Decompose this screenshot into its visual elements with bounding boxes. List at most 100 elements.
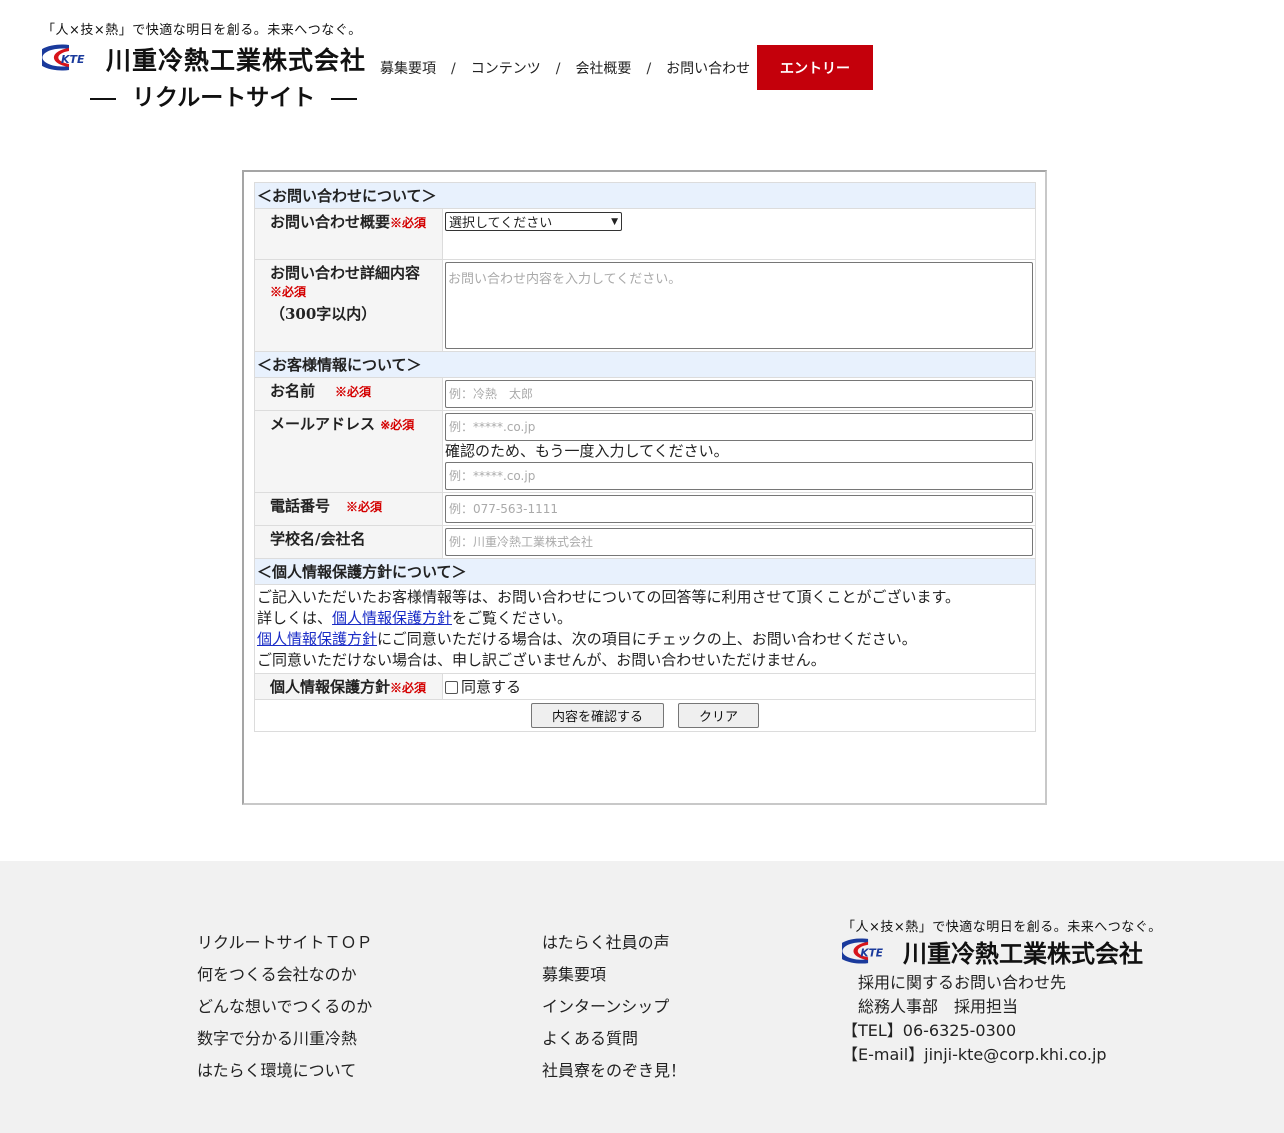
kte-logo-icon[interactable]: KTE <box>42 43 100 72</box>
field-cell: 選択してください ▼ <box>442 208 1036 260</box>
nav-item-contact[interactable]: お問い合わせ <box>666 61 750 77</box>
site-header: 「人×技×熱」で快適な明日を創る。未来へつなぐ。 KTE 川重冷熱工業株式会社 … <box>0 0 1284 120</box>
row-privacy-text: ご記入いただいたお客様情報等は、お問い合わせについての回答等に利用させて頂くこと… <box>254 584 1036 674</box>
footer-contact: 採用に関するお問い合わせ先 総務人事部 採用担当【TEL】06-6325-0300… <box>842 971 1107 1067</box>
nav-item-contents[interactable]: コンテンツ <box>471 61 541 77</box>
nav-item-recruitment[interactable]: 募集要項 <box>380 61 436 77</box>
label-cell: メールアドレス ※必須 <box>254 410 443 493</box>
footer-link-our-thoughts[interactable]: どんな想いでつくるのか <box>197 991 373 1023</box>
row-summary: お問い合わせ概要※必須 選択してください ▼ <box>254 208 1036 260</box>
footer-link-faq[interactable]: よくある質問 <box>542 1023 686 1055</box>
footer-link-what-we-make[interactable]: 何をつくる会社なのか <box>197 959 373 991</box>
email-confirm-input[interactable] <box>445 462 1033 490</box>
label-cell: 電話番号 ※必須 <box>254 492 443 526</box>
section-title: ＜お客様情報について＞ <box>254 351 1036 378</box>
kte-logo-icon[interactable]: KTE <box>842 937 898 965</box>
detail-note: （300字以内） <box>270 305 377 323</box>
dash-left <box>90 97 116 100</box>
field-cell <box>442 492 1036 526</box>
footer-link-recruitment[interactable]: 募集要項 <box>542 959 686 991</box>
inquiry-form: ＜お問い合わせについて＞ お問い合わせ概要※必須 選択してください ▼ お問い合わ… <box>254 182 1036 732</box>
field-cell <box>442 525 1036 559</box>
nav-separator: / <box>555 61 561 77</box>
company-input[interactable] <box>445 528 1033 556</box>
privacy-line-3: 個人情報保護方針にご同意いただける場合は、次の項目にチェックの上、お問い合わせく… <box>257 629 1033 650</box>
detail-label: お問い合わせ詳細内容 <box>270 264 421 282</box>
contact-title: 採用に関するお問い合わせ先 <box>858 973 1067 992</box>
row-privacy-agree: 個人情報保護方針※必須 同意する <box>254 673 1036 700</box>
dash-right <box>331 97 358 100</box>
detail-textarea[interactable] <box>445 262 1033 349</box>
footer-tagline: 「人×技×熱」で快適な明日を創る。未来へつなぐ。 <box>842 920 1162 935</box>
company-label: 学校名/会社名 <box>270 530 366 548</box>
chevron-down-icon: ▼ <box>611 216 618 227</box>
footer-link-voices[interactable]: はたらく社員の声 <box>542 927 686 959</box>
email-label: メールアドレス <box>270 415 376 433</box>
contact-department: 総務人事部 採用担当 <box>858 997 1019 1016</box>
company-name: 川重冷熱工業株式会社 <box>106 46 367 75</box>
agree-checkbox[interactable] <box>445 681 458 694</box>
privacy-line-3-post: にご同意いただける場合は、次の項目にチェックの上、お問い合わせください。 <box>377 630 917 648</box>
privacy-line-2-post: をご覧ください。 <box>452 609 573 627</box>
privacy-line-2: 詳しくは、個人情報保護方針をご覧ください。 <box>257 608 1033 629</box>
footer-link-internship[interactable]: インターンシップ <box>542 991 686 1023</box>
required-mark: ※必須 <box>390 681 427 695</box>
required-mark: ※必須 <box>335 385 372 399</box>
field-cell: 確認のため、もう一度入力してください。 <box>442 410 1036 493</box>
global-nav: 募集要項 / コンテンツ / 会社概要 / お問い合わせ <box>380 58 750 78</box>
summary-select-value: 選択してください <box>449 216 553 231</box>
footer-link-numbers[interactable]: 数字で分かる川重冷熱 <box>197 1023 373 1055</box>
privacy-line-1: ご記入いただいたお客様情報等は、お問い合わせについての回答等に利用させて頂くこと… <box>257 588 961 606</box>
privacy-label: 個人情報保護方針 <box>270 678 391 696</box>
label-cell: 個人情報保護方針※必須 <box>254 673 443 700</box>
email-confirm-note: 確認のため、もう一度入力してください。 <box>445 442 729 460</box>
privacy-policy-link[interactable]: 個人情報保護方針 <box>332 609 452 627</box>
tagline: 「人×技×熱」で快適な明日を創る。未来へつなぐ。 <box>42 23 362 38</box>
row-buttons: 内容を確認する クリア <box>254 699 1036 732</box>
svg-text:KTE: KTE <box>860 946 883 959</box>
row-detail: お問い合わせ詳細内容 ※必須 （300字以内） <box>254 259 1036 352</box>
field-cell <box>442 377 1036 411</box>
summary-select[interactable]: 選択してください ▼ <box>445 212 622 231</box>
privacy-text: ご記入いただいたお客様情報等は、お問い合わせについての回答等に利用させて頂くこと… <box>254 584 1036 674</box>
row-name: お名前 ※必須 <box>254 377 1036 411</box>
confirm-button[interactable]: 内容を確認する <box>530 703 664 728</box>
footer-company-name: 川重冷熱工業株式会社 <box>903 940 1143 968</box>
field-cell <box>442 259 1036 352</box>
row-email: メールアドレス ※必須 確認のため、もう一度入力してください。 <box>254 410 1036 493</box>
buttons-cell: 内容を確認する クリア <box>254 699 1036 732</box>
agree-label[interactable]: 同意する <box>461 678 521 696</box>
site-name-text: リクルートサイト <box>132 85 316 111</box>
footer-links-1: リクルートサイトＴＯＰ 何をつくる会社なのか どんな想いでつくるのか 数字で分か… <box>197 927 373 1087</box>
privacy-line-4: ご同意いただけない場合は、申し訳ございませんが、お問い合わせいただけません。 <box>257 651 826 669</box>
footer-link-dormitory[interactable]: 社員寮をのぞき見！ <box>542 1055 686 1087</box>
site-name: リクルートサイト <box>74 78 373 112</box>
nav-separator: / <box>451 61 456 77</box>
label-cell: 学校名/会社名 <box>254 525 443 559</box>
site-footer: リクルートサイトＴＯＰ 何をつくる会社なのか どんな想いでつくるのか 数字で分か… <box>0 861 1284 1133</box>
required-mark: ※必須 <box>270 285 307 299</box>
footer-link-environment[interactable]: はたらく環境について <box>197 1055 373 1087</box>
footer-links-2: はたらく社員の声 募集要項 インターンシップ よくある質問 社員寮をのぞき見！ <box>542 927 686 1087</box>
clear-button[interactable]: クリア <box>678 703 760 728</box>
footer-link-recruit-top[interactable]: リクルートサイトＴＯＰ <box>197 927 373 959</box>
contact-tel: 【TEL】06-6325-0300 <box>842 1021 1017 1040</box>
contact-email: 【E-mail】jinji-kte@corp.khi.co.jp <box>842 1045 1107 1064</box>
required-mark: ※必須 <box>346 500 383 514</box>
section-privacy: ＜個人情報保護方針について＞ <box>254 558 1036 585</box>
name-label: お名前 <box>270 382 316 400</box>
email-input[interactable] <box>445 413 1033 441</box>
privacy-line-2-pre: 詳しくは、 <box>257 609 333 627</box>
label-cell: お名前 ※必須 <box>254 377 443 411</box>
section-customer: ＜お客様情報について＞ <box>254 351 1036 378</box>
nav-separator: / <box>646 61 652 77</box>
label-cell: お問い合わせ詳細内容 ※必須 （300字以内） <box>254 259 443 352</box>
row-company: 学校名/会社名 <box>254 525 1036 559</box>
name-input[interactable] <box>445 380 1033 408</box>
entry-button[interactable]: エントリー <box>757 45 873 90</box>
privacy-policy-link[interactable]: 個人情報保護方針 <box>257 630 377 648</box>
section-title: ＜個人情報保護方針について＞ <box>254 558 1036 585</box>
phone-input[interactable] <box>445 495 1033 523</box>
nav-item-company[interactable]: 会社概要 <box>575 61 631 77</box>
section-title: ＜お問い合わせについて＞ <box>254 182 1036 209</box>
